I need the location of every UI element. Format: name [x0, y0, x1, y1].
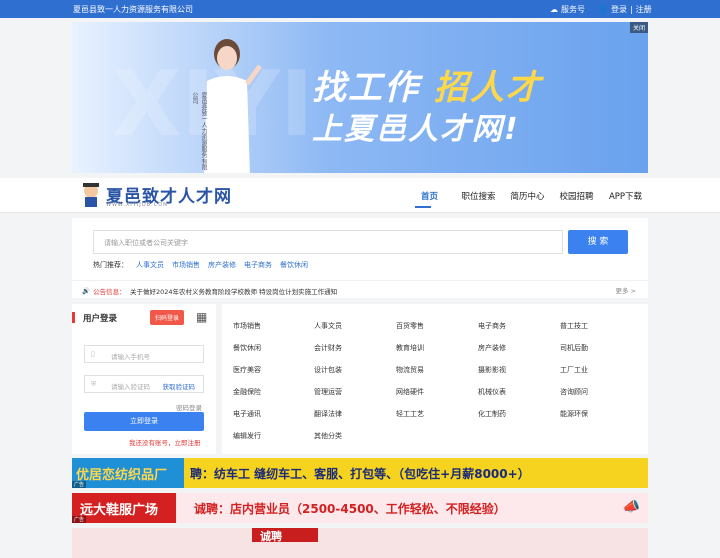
logo-url: WWW.XIYIJOB.COM — [106, 202, 169, 208]
hot-tag[interactable]: 电子商务 — [244, 260, 272, 270]
nav-active-indicator — [415, 206, 431, 208]
register-hint-link[interactable]: 我还没有账号，立即注册 — [129, 437, 201, 447]
site-name: 夏邑县致一人力资源服务有限公司 — [73, 5, 193, 14]
login-panel: 用户登录 扫码登录 ▦ ▯ 请输入手机号 ⛨ 请输入验证码 获取验证码 密码登录… — [72, 304, 216, 454]
ad-tag: 广告 — [72, 481, 87, 488]
ad-company: 优居恋纺织品厂 — [72, 458, 184, 488]
ad-banner-2[interactable]: 远大鞋服广场 诚聘：店内营业员（2500-4500、工作轻松、不限经验） 📣 广… — [72, 493, 648, 523]
ad-banner-3[interactable]: 诚聘 — [72, 528, 648, 558]
phone-icon: ▯ — [91, 350, 95, 358]
category-link[interactable]: 咨询顾问 — [560, 387, 588, 397]
category-link[interactable]: 编辑发行 — [233, 431, 261, 441]
search-button[interactable]: 搜 索 — [568, 230, 628, 254]
hot-tag[interactable]: 房产装修 — [208, 260, 236, 270]
hot-tag[interactable]: 市场销售 — [172, 260, 200, 270]
category-link[interactable]: 市场销售 — [233, 321, 261, 331]
hot-label: 热门推荐： — [93, 261, 128, 269]
speaker-icon: 🔊 — [82, 287, 91, 295]
wechat-icon: ☁ — [550, 5, 558, 14]
category-link[interactable]: 网络硬件 — [396, 387, 424, 397]
category-link[interactable]: 会计财务 — [314, 343, 342, 353]
search-input[interactable]: 请输入职位或者公司关键字 — [93, 230, 563, 254]
ad-text: 诚聘：店内营业员（2500-4500、工作轻松、不限经验） — [194, 502, 506, 516]
category-link[interactable]: 电子商务 — [478, 321, 506, 331]
category-link[interactable]: 物流贸易 — [396, 365, 424, 375]
banner-close-button[interactable]: 关闭 — [629, 22, 648, 33]
banner-caption: 夏邑县致一人力资源服务有限公司 — [191, 92, 207, 170]
category-link[interactable]: 百货零售 — [396, 321, 424, 331]
top-bar: 夏邑县致一人力资源服务有限公司 ☁ 服务号 👤 登录 | 注册 — [0, 0, 720, 18]
nav-app-download[interactable]: APP下载 — [601, 190, 650, 202]
top-banner-ad[interactable]: XIYI 夏邑县致一人力资源服务有限公司 找工作 招人才 上夏邑人才网! 关闭 — [72, 22, 648, 173]
notice-more-link[interactable]: 更多 > — [615, 285, 636, 295]
category-link[interactable]: 电子通讯 — [233, 409, 261, 419]
title-accent — [72, 312, 75, 323]
category-link[interactable]: 管理运营 — [314, 387, 342, 397]
code-input[interactable]: ⛨ 请输入验证码 获取验证码 — [84, 375, 204, 393]
notice-label: 🔊 公告信息： — [82, 287, 126, 296]
nav-home[interactable]: 首页 — [405, 190, 454, 202]
category-link[interactable]: 能源环保 — [560, 409, 588, 419]
category-link[interactable]: 设计包装 — [314, 365, 342, 375]
notice-bar: 🔊 公告信息： 关于做好2024年农村义务教育阶段学校教师 特设岗位计划实施工作… — [72, 280, 648, 298]
banner-headline-3: 上夏邑人才网! — [312, 112, 520, 147]
category-link[interactable]: 摄影影视 — [478, 365, 506, 375]
user-icon: 👤 — [598, 5, 608, 14]
nav-job-search[interactable]: 职位搜索 — [454, 190, 503, 202]
register-link[interactable]: 注册 — [636, 4, 652, 15]
category-link[interactable]: 司机后勤 — [560, 343, 588, 353]
separator: | — [629, 5, 633, 14]
category-link[interactable]: 餐饮休闲 — [233, 343, 261, 353]
category-link[interactable]: 人事文员 — [314, 321, 342, 331]
get-code-button[interactable]: 获取验证码 — [163, 381, 196, 391]
account-links: 👤 登录 | 注册 — [598, 4, 652, 15]
hot-tags: 热门推荐： 人事文员 市场销售 房产装修 电子商务 餐饮休闲 — [93, 260, 308, 270]
category-link[interactable]: 医疗美容 — [233, 365, 261, 375]
ad-text: 聘：纺车工 缝纫车工、客服、打包等、（包吃住+月薪8000+） — [190, 467, 530, 481]
banner-headline-1: 找工作 — [312, 68, 420, 108]
ad-company: 远大鞋服广场 — [72, 493, 176, 523]
category-link[interactable]: 普工技工 — [560, 321, 588, 331]
login-link[interactable]: 登录 — [611, 4, 627, 15]
category-link[interactable]: 其他分类 — [314, 431, 342, 441]
notice-text[interactable]: 关于做好2024年农村义务教育阶段学校教师 特设岗位计划实施工作通知 — [130, 286, 337, 296]
category-link[interactable]: 金融保险 — [233, 387, 261, 397]
category-link[interactable]: 机械仪表 — [478, 387, 506, 397]
category-link[interactable]: 轻工工艺 — [396, 409, 424, 419]
ad-banner-1[interactable]: 优居恋纺织品厂 聘：纺车工 缝纫车工、客服、打包等、（包吃住+月薪8000+） … — [72, 458, 648, 488]
login-title: 用户登录 — [83, 314, 118, 324]
banner-headline-2: 招人才 — [434, 68, 542, 108]
megaphone-icon: 📣 — [622, 499, 640, 515]
category-link[interactable]: 教育培训 — [396, 343, 424, 353]
nav-resume-center[interactable]: 简历中心 — [503, 190, 552, 202]
password-login-link[interactable]: 密码登录 — [176, 402, 202, 412]
nav-campus[interactable]: 校园招聘 — [552, 190, 601, 202]
shield-icon: ⛨ — [91, 380, 97, 388]
phone-input[interactable]: ▯ 请输入手机号 — [84, 345, 204, 363]
hot-tag[interactable]: 餐饮休闲 — [280, 260, 308, 270]
mascot-icon — [83, 182, 99, 207]
category-link[interactable]: 工厂工业 — [560, 365, 588, 375]
category-link[interactable]: 化工制药 — [478, 409, 506, 419]
qr-code-icon[interactable]: ▦ — [196, 310, 207, 324]
service-account-link[interactable]: ☁ 服务号 — [550, 4, 585, 15]
site-logo[interactable]: 夏邑致才人才网 WWW.XIYIJOB.COM — [80, 182, 232, 208]
category-link[interactable]: 房产装修 — [478, 343, 506, 353]
main-nav: 首页 职位搜索 简历中心 校园招聘 APP下载 — [405, 190, 650, 202]
category-link[interactable]: 翻译法律 — [314, 409, 342, 419]
ad-tag: 广告 — [72, 516, 87, 523]
scan-login-button[interactable]: 扫码登录 — [150, 310, 185, 325]
category-panel: 市场销售 人事文员 百货零售 电子商务 普工技工 餐饮休闲 会计财务 教育培训 … — [222, 304, 648, 454]
hot-tag[interactable]: 人事文员 — [136, 260, 164, 270]
login-submit-button[interactable]: 立即登录 — [84, 412, 204, 431]
